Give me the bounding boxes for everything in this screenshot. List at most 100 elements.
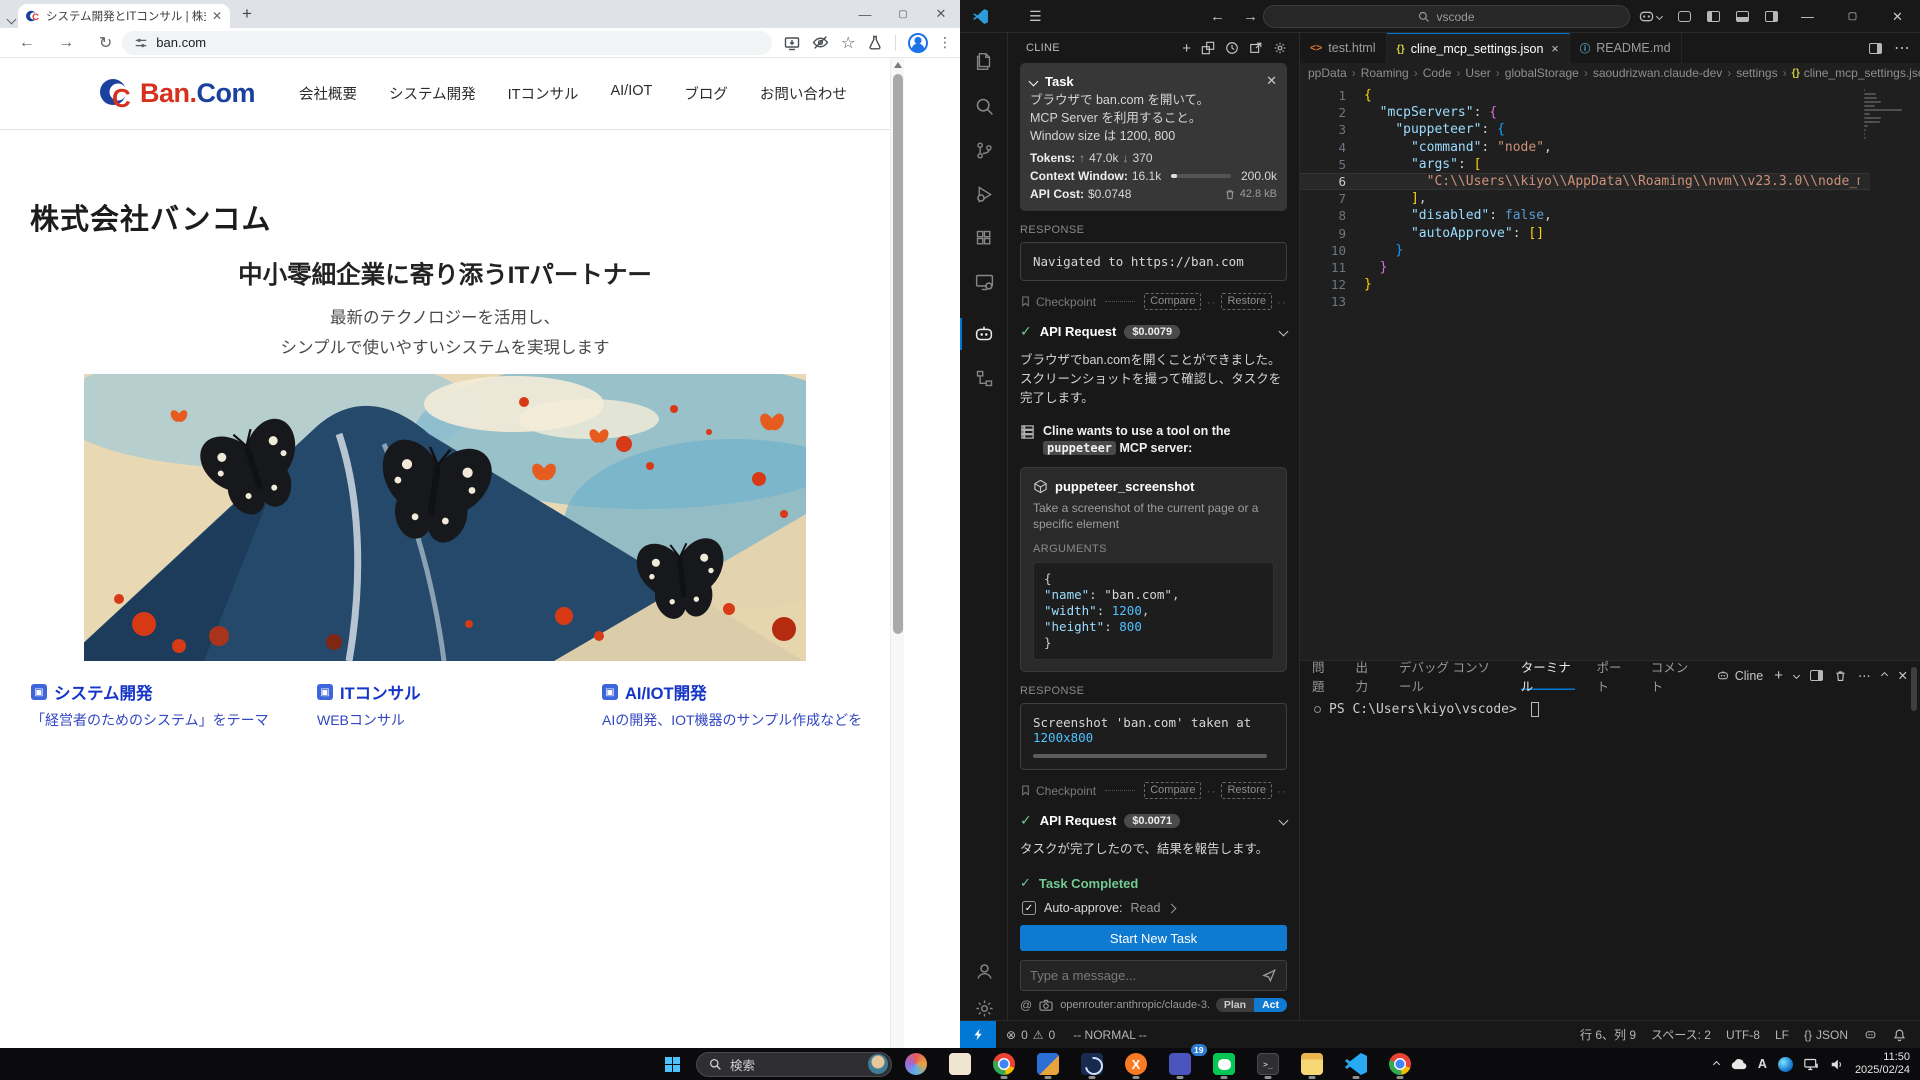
vim-mode-status[interactable]: -- NORMAL -- <box>1073 1028 1147 1042</box>
breadcrumb-item[interactable]: Roaming <box>1347 66 1409 80</box>
problems-status[interactable]: ⊗0 ⚠0 <box>1006 1028 1055 1042</box>
vscode-maximize-button[interactable]: ▢ <box>1830 0 1875 33</box>
compare-button[interactable]: Compare <box>1144 782 1201 799</box>
feature-description[interactable]: 「経営者のためのシステム」をテーマ <box>31 710 316 730</box>
remote-indicator[interactable] <box>960 1021 996 1048</box>
ime-indicator[interactable]: A <box>1758 1057 1767 1071</box>
plan-toggle[interactable]: Plan <box>1216 998 1254 1012</box>
taskbar-search[interactable]: 検索 <box>696 1052 892 1077</box>
new-tab-button[interactable]: + <box>242 4 252 24</box>
panel-more-icon[interactable]: ⋯ <box>1858 668 1871 683</box>
site-info-icon[interactable] <box>134 36 148 50</box>
scrollbar-thumb[interactable] <box>893 74 903 634</box>
task-collapse-icon[interactable] <box>1029 76 1039 86</box>
copilot-menu-icon[interactable] <box>1639 10 1662 23</box>
code-content[interactable]: { "mcpServers": { "puppeteer": { "comman… <box>1364 87 1860 310</box>
taskbar-clock[interactable]: 11:50 2025/02/24 <box>1855 1051 1910 1077</box>
kill-terminal-icon[interactable] <box>1834 669 1847 683</box>
network-icon[interactable] <box>1804 1058 1819 1071</box>
site-nav-item[interactable]: お問い合わせ <box>760 83 847 104</box>
source-control-icon[interactable] <box>960 130 1008 170</box>
site-nav-item[interactable]: AI/IOT <box>610 83 652 104</box>
toggle-panel-icon[interactable] <box>1736 11 1749 22</box>
customize-layout-icon[interactable] <box>1678 11 1691 22</box>
minimap[interactable] <box>1864 89 1904 141</box>
tab-close-icon[interactable]: ✕ <box>212 9 222 23</box>
taskbar-app-button[interactable] <box>1380 1048 1420 1080</box>
feature-description[interactable]: AIの開発、IOT機器のサンプル作成などを <box>602 710 887 730</box>
taskbar-app-button[interactable] <box>984 1048 1024 1080</box>
feature-title[interactable]: ITコンサル <box>340 680 421 704</box>
feature-title[interactable]: システム開発 <box>54 680 153 704</box>
reload-icon[interactable]: ↻ <box>93 33 118 53</box>
hidden-icons-chevron[interactable] <box>1713 1060 1720 1067</box>
taskbar-app-button[interactable]: 19 <box>1160 1048 1200 1080</box>
browser-tab[interactable]: C システム開発とITコンサル | 株式会... ✕ <box>18 4 230 28</box>
taskbar-app-button[interactable] <box>896 1048 936 1080</box>
site-nav-item[interactable]: システム開発 <box>389 83 476 104</box>
bookmark-star-icon[interactable]: ☆ <box>841 33 855 53</box>
mcp-servers-icon[interactable] <box>1201 41 1215 55</box>
url-text[interactable]: ban.com <box>156 35 206 50</box>
address-bar[interactable]: ban.com <box>122 31 772 55</box>
tab-search-icon[interactable] <box>8 10 15 28</box>
screenshot-camera-icon[interactable] <box>1039 999 1053 1011</box>
site-nav-item[interactable]: ITコンサル <box>508 83 579 104</box>
new-terminal-icon[interactable]: + <box>1774 667 1783 684</box>
breadcrumb-item[interactable]: globalStorage <box>1491 66 1579 80</box>
onedrive-cloud-icon[interactable] <box>1730 1058 1747 1070</box>
taskbar-app-button[interactable] <box>1028 1048 1068 1080</box>
copilot-status-icon[interactable] <box>1863 1028 1878 1041</box>
browser-menu-icon[interactable]: ⋮ <box>938 34 952 51</box>
send-icon[interactable] <box>1262 968 1277 983</box>
site-nav-item[interactable]: 会社概要 <box>299 83 357 104</box>
eol-status[interactable]: LF <box>1775 1028 1789 1042</box>
editor-tab[interactable]: <> test.html <box>1300 33 1387 63</box>
browser-close-button[interactable]: ✕ <box>922 0 960 28</box>
panel-tab[interactable]: ポート <box>1597 661 1629 690</box>
restore-button[interactable]: Restore <box>1221 293 1272 310</box>
install-app-icon[interactable] <box>784 35 800 51</box>
response-hscrollbar[interactable] <box>1033 754 1267 758</box>
chevron-right-icon[interactable] <box>1167 903 1177 913</box>
toggle-secondary-sidebar-icon[interactable] <box>1765 11 1778 22</box>
vscode-minimize-button[interactable]: — <box>1785 0 1830 33</box>
cline-message-input[interactable] <box>1030 968 1262 983</box>
chevron-down-icon[interactable] <box>1279 327 1289 337</box>
encoding-status[interactable]: UTF-8 <box>1726 1028 1760 1042</box>
breadcrumb-item[interactable]: settings <box>1722 66 1777 80</box>
panel-tab[interactable]: コメント <box>1651 661 1694 690</box>
taskbar-app-button[interactable] <box>940 1048 980 1080</box>
terminal-dropdown-icon[interactable] <box>1793 672 1800 679</box>
toggle-sidebar-icon[interactable] <box>1707 11 1720 22</box>
feature-title[interactable]: AI/IOT開発 <box>625 680 707 704</box>
history-back-icon[interactable]: ← <box>1210 8 1225 25</box>
open-in-editor-icon[interactable] <box>1249 41 1263 55</box>
tab-close-icon[interactable]: × <box>1551 42 1558 56</box>
search-sidebar-icon[interactable] <box>960 86 1008 126</box>
model-name[interactable]: openrouter:anthropic/claude-3.5-sonnet <box>1060 999 1209 1011</box>
breadcrumb-item[interactable]: {}cline_mcp_settings.json <box>1778 66 1920 80</box>
browser-maximize-button[interactable]: ▢ <box>884 0 922 28</box>
cursor-position-status[interactable]: 行 6、列 9 <box>1580 1026 1636 1043</box>
editor-more-actions-icon[interactable]: ⋯ <box>1894 38 1910 58</box>
browser-tray-icon[interactable] <box>1778 1057 1793 1072</box>
breadcrumb-item[interactable]: User <box>1451 66 1490 80</box>
history-forward-icon[interactable]: → <box>1243 8 1258 25</box>
panel-tab[interactable]: 出力 <box>1356 661 1378 690</box>
feature-description[interactable]: WEBコンサル <box>317 710 602 730</box>
restore-button[interactable]: Restore <box>1221 782 1272 799</box>
taskbar-app-button[interactable] <box>1292 1048 1332 1080</box>
breadcrumb[interactable]: ppDataRoamingCodeUserglobalStoragesaoudr… <box>1300 63 1920 83</box>
browser-minimize-button[interactable]: — <box>846 0 884 28</box>
start-new-task-button[interactable]: Start New Task <box>1020 925 1287 951</box>
taskbar-app-button[interactable] <box>1072 1048 1112 1080</box>
command-center-search[interactable]: vscode <box>1263 5 1630 28</box>
run-debug-icon[interactable] <box>960 174 1008 214</box>
auto-approve-row[interactable]: ✓ Auto-approve: Read <box>1022 901 1285 915</box>
panel-tab[interactable]: 問題 <box>1312 661 1334 690</box>
terminal-scrollbar[interactable] <box>1911 667 1917 711</box>
auto-approve-checkbox[interactable]: ✓ <box>1022 901 1036 915</box>
close-panel-icon[interactable]: ✕ <box>1898 668 1908 683</box>
explorer-icon[interactable] <box>960 41 1008 81</box>
